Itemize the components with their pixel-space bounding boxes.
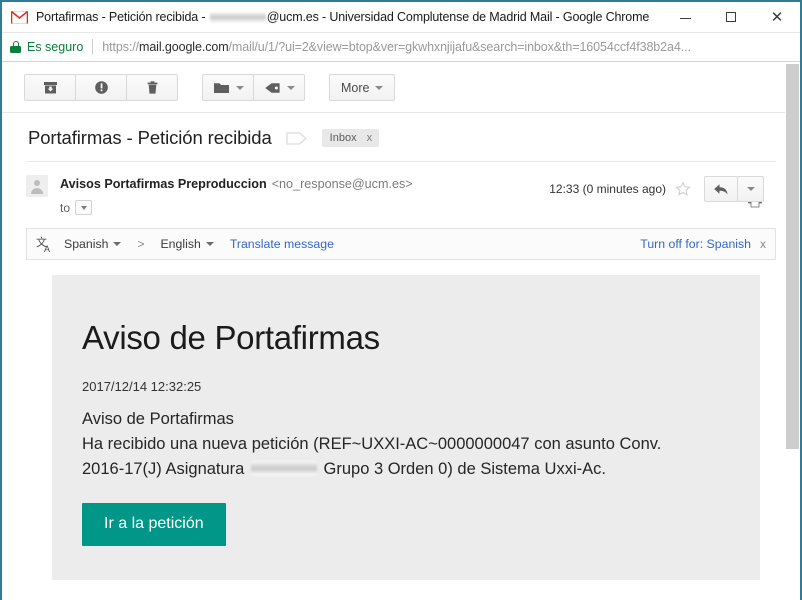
trash-icon xyxy=(145,80,160,95)
go-to-request-button[interactable]: Ir a la petición xyxy=(82,503,226,546)
omnibox-divider xyxy=(92,39,94,55)
sender-line: Avisos Portafirmas Preproduccion <no_resp… xyxy=(60,175,413,193)
window-title-prefix: Portafirmas - Petición recibida - xyxy=(36,10,209,24)
redacted-subject-text xyxy=(250,461,317,476)
close-icon: ✕ xyxy=(770,7,784,26)
reply-icon xyxy=(714,183,728,194)
vertical-scroll-thumb[interactable] xyxy=(786,64,799,449)
chevron-down-icon xyxy=(80,205,87,210)
folder-icon xyxy=(213,81,230,95)
lock-icon xyxy=(10,41,21,53)
sender-email: <no_response@ucm.es> xyxy=(271,177,413,191)
chevron-down-icon xyxy=(113,242,122,246)
chevron-down-icon xyxy=(286,85,295,90)
redacted-email-local-part xyxy=(209,12,266,23)
close-button[interactable]: ✕ xyxy=(754,2,800,32)
message-timestamp: 12:33 (0 minutes ago) xyxy=(549,182,666,196)
translate-bar: 文 A Spanish > English Translate message … xyxy=(26,228,776,260)
reply-button-group xyxy=(704,176,764,202)
email-paragraph: Aviso de Portafirmas Ha recibido una nuev… xyxy=(82,407,682,482)
chevron-down-icon xyxy=(235,85,244,90)
message-meta: 12:33 (0 minutes ago) xyxy=(549,176,764,202)
star-outline-icon[interactable] xyxy=(675,181,691,197)
report-spam-button[interactable] xyxy=(75,74,127,101)
chevron-down-icon xyxy=(375,85,384,90)
label-chip-inbox[interactable]: Inbox x xyxy=(321,129,380,147)
chevron-down-icon xyxy=(746,187,755,191)
move-to-button[interactable] xyxy=(202,74,254,101)
target-language-label: English xyxy=(160,237,201,251)
gmail-page: More Portafirmas - Petición recibida Inb… xyxy=(2,62,800,600)
email-line-2-part-2: Grupo 3 Orden 0) de Sistema Uxxi-Ac. xyxy=(318,460,606,478)
translate-icon: 文 A xyxy=(36,235,55,253)
target-language-selector[interactable]: English xyxy=(160,237,214,251)
email-date: 2017/12/14 12:32:25 xyxy=(82,379,202,394)
minimize-icon xyxy=(679,17,691,19)
url-path: /mail/u/1/?ui=2&view=btop&ver=gkwhxnjija… xyxy=(228,40,691,54)
thread-subject-row: Portafirmas - Petición recibida Inbox x xyxy=(2,113,800,161)
turn-off-translate-group: Turn off for: Spanish x xyxy=(640,237,766,251)
more-button[interactable]: More xyxy=(329,74,396,101)
minimize-button[interactable] xyxy=(662,2,708,32)
maximize-button[interactable] xyxy=(708,2,754,32)
recipients-expand-button[interactable] xyxy=(75,200,93,215)
close-icon[interactable]: x xyxy=(367,132,373,144)
gmail-toolbar: More xyxy=(2,62,800,113)
toolbar-group-more: More xyxy=(329,74,396,101)
email-heading: Aviso de Portafirmas xyxy=(82,319,380,356)
toolbar-group-organize xyxy=(202,74,305,101)
window-controls: ✕ xyxy=(662,2,800,32)
translate-message-link[interactable]: Translate message xyxy=(230,237,334,251)
delete-button[interactable] xyxy=(126,74,178,101)
window-title: Portafirmas - Petición recibida - @ucm.e… xyxy=(36,10,649,24)
chrome-browser-window: Portafirmas - Petición recibida - @ucm.e… xyxy=(0,0,802,600)
svg-text:A: A xyxy=(44,244,50,253)
translate-direction-arrow: > xyxy=(137,237,145,251)
email-line-1: Aviso de Portafirmas xyxy=(82,410,234,428)
close-icon[interactable]: x xyxy=(760,237,766,251)
reply-button[interactable] xyxy=(704,176,738,202)
gmail-icon xyxy=(11,10,28,24)
sender-block: Avisos Portafirmas Preproduccion <no_resp… xyxy=(60,175,413,215)
title-bar: Portafirmas - Petición recibida - @ucm.e… xyxy=(2,2,800,33)
label-outline-icon[interactable] xyxy=(286,131,308,146)
tag-icon xyxy=(264,81,281,95)
source-language-selector[interactable]: Spanish xyxy=(64,237,122,251)
labels-button[interactable] xyxy=(253,74,305,101)
archive-button[interactable] xyxy=(24,74,76,101)
url-scheme: https:// xyxy=(102,40,139,54)
report-spam-icon xyxy=(94,80,109,95)
url-text: https://mail.google.com/mail/u/1/?ui=2&v… xyxy=(102,40,691,54)
label-chip-text: Inbox xyxy=(329,132,357,144)
archive-icon xyxy=(43,80,58,95)
recipients-row[interactable]: to xyxy=(60,200,413,215)
omnibox[interactable]: Es seguro https://mail.google.com/mail/u… xyxy=(2,33,800,62)
source-language-label: Spanish xyxy=(64,237,109,251)
page-title: Portafirmas - Petición recibida xyxy=(28,127,272,148)
toolbar-group-primary xyxy=(24,74,178,101)
security-status-label: Es seguro xyxy=(27,40,84,54)
more-label: More xyxy=(341,80,370,95)
turn-off-translate-link[interactable]: Turn off for: Spanish xyxy=(640,237,751,251)
sender-name: Avisos Portafirmas Preproduccion xyxy=(60,177,267,191)
email-body-panel: Aviso de Portafirmas 2017/12/14 12:32:25… xyxy=(52,275,760,580)
window-title-suffix: @ucm.es - Universidad Complutense de Mad… xyxy=(266,10,650,24)
message-header: Avisos Portafirmas Preproduccion <no_resp… xyxy=(2,162,800,215)
message-more-actions-button[interactable] xyxy=(737,176,764,202)
url-host: mail.google.com xyxy=(139,40,229,54)
maximize-icon xyxy=(726,12,736,22)
chevron-down-icon xyxy=(205,242,214,246)
to-label: to xyxy=(60,200,71,215)
avatar xyxy=(26,175,48,197)
vertical-scrollbar[interactable] xyxy=(785,62,800,600)
